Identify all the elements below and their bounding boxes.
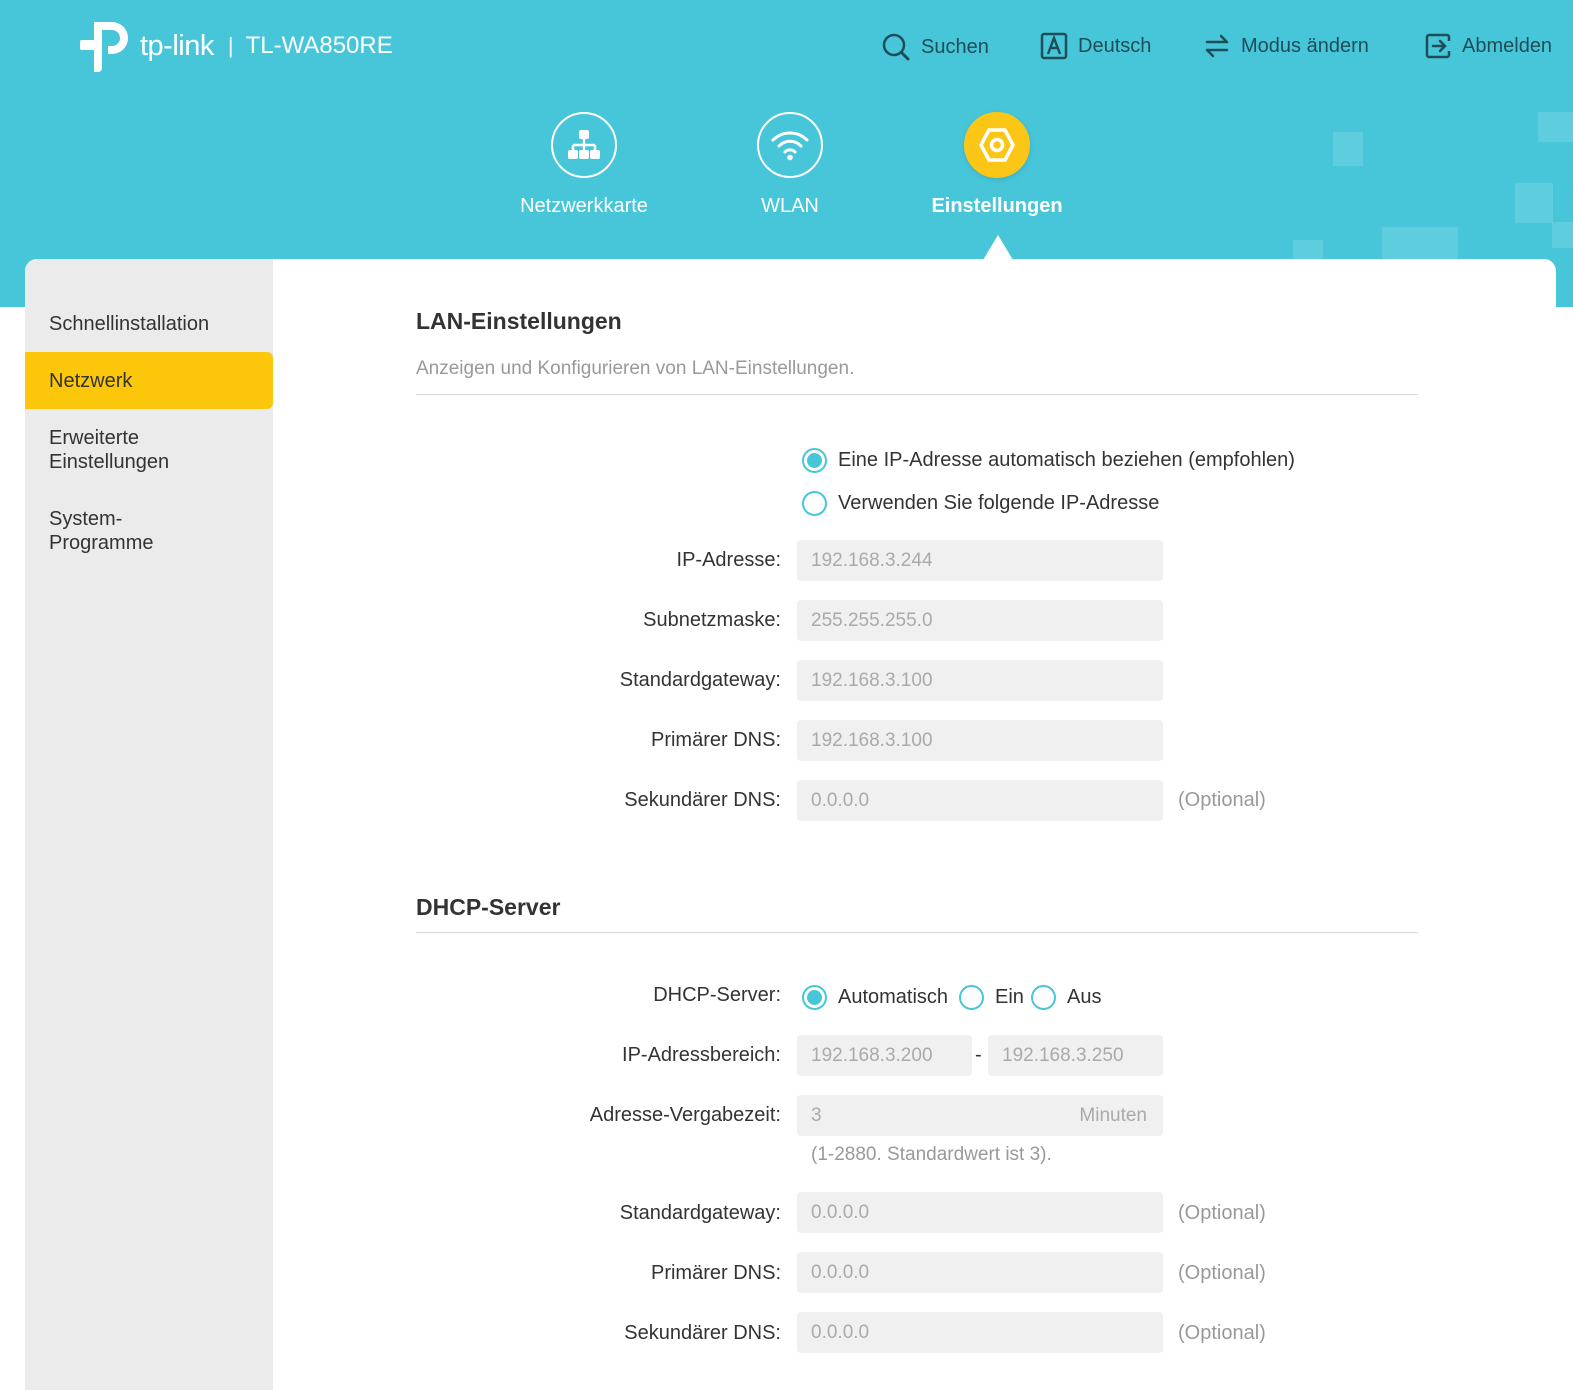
logout-icon [1425, 33, 1451, 59]
optional-note: (Optional) [1178, 1202, 1266, 1224]
lan-section-description: Anzeigen und Konfigurieren von LAN-Einst… [416, 358, 855, 379]
dhcp-mode-on-radio[interactable] [959, 985, 984, 1010]
ip-mode-static-label: Verwenden Sie folgende IP-Adresse [838, 492, 1160, 514]
sidebar-item-label: Einstellungen [49, 451, 170, 473]
sidebar-item-system-tools[interactable]: System- Programme [25, 507, 273, 555]
dhcp-mode-auto-radio[interactable] [802, 985, 827, 1010]
sidebar: Schnellinstallation Netzwerk Erweiterte … [25, 259, 273, 1390]
sidebar-item-network[interactable]: Netzwerk [25, 352, 273, 409]
wifi-icon [757, 112, 823, 178]
ip-address-label: IP-Adresse: [676, 549, 781, 571]
lease-time-unit: Minuten [1079, 1104, 1147, 1126]
dhcp-secondary-dns-label: Sekundärer DNS: [624, 1322, 781, 1344]
lan-section-title: LAN-Einstellungen [416, 308, 622, 334]
ip-range-separator: - [975, 1044, 982, 1066]
decor-shape [1333, 132, 1363, 166]
dhcp-mode-off-radio[interactable] [1031, 985, 1056, 1010]
swap-mode-icon [1205, 34, 1229, 58]
search-icon [882, 33, 910, 61]
tab-network-map[interactable]: Netzwerkkarte [484, 112, 684, 218]
dhcp-mode-auto-option[interactable]: Automatisch [802, 985, 948, 1010]
search-label: Suchen [921, 35, 989, 58]
dhcp-mode-off-option[interactable]: Aus [1031, 985, 1101, 1010]
optional-note: (Optional) [1178, 1322, 1266, 1344]
ip-range-end-input[interactable]: 192.168.3.250 [988, 1035, 1163, 1076]
tab-wlan-label: WLAN [761, 195, 819, 217]
dhcp-primary-dns-input[interactable]: 0.0.0.0 [797, 1252, 1163, 1293]
primary-dns-input[interactable]: 192.168.3.100 [797, 720, 1163, 761]
ip-range-start-input[interactable]: 192.168.3.200 [797, 1035, 972, 1076]
change-mode-button[interactable]: Modus ändern [1203, 32, 1369, 60]
tab-settings[interactable]: Einstellungen [897, 112, 1097, 218]
dhcp-mode-on-option[interactable]: Ein [959, 985, 1024, 1010]
sidebar-item-label: Erweiterte [49, 427, 140, 449]
sidebar-item-quick-setup[interactable]: Schnellinstallation [25, 312, 273, 336]
ip-mode-static-option[interactable]: Verwenden Sie folgende IP-Adresse [802, 491, 1159, 516]
dhcp-section-title: DHCP-Server [416, 894, 561, 920]
decor-shape [1552, 222, 1573, 248]
content-card: Schnellinstallation Netzwerk Erweiterte … [25, 259, 1556, 1390]
logout-button[interactable]: Abmelden [1424, 32, 1552, 60]
lease-time-hint: (1-2880. Standardwert ist 3). [811, 1144, 1052, 1165]
decor-shape [1515, 183, 1553, 223]
default-gateway-input[interactable]: 192.168.3.100 [797, 660, 1163, 701]
dhcp-mode-on-label: Ein [995, 986, 1024, 1008]
change-mode-label: Modus ändern [1241, 34, 1369, 57]
dhcp-mode-auto-label: Automatisch [838, 986, 949, 1008]
lease-time-input[interactable]: 3 Minuten [797, 1095, 1163, 1136]
ip-range-label: IP-Adressbereich: [622, 1044, 781, 1066]
lease-time-label: Adresse-Vergabezeit: [589, 1104, 781, 1126]
decor-shape [1382, 227, 1458, 259]
decor-shape [1538, 112, 1573, 142]
dhcp-secondary-dns-input[interactable]: 0.0.0.0 [797, 1312, 1163, 1353]
network-map-icon [551, 112, 617, 178]
default-gateway-label: Standardgateway: [619, 669, 781, 691]
decor-shape [1293, 240, 1323, 259]
language-button[interactable]: Deutsch [1040, 32, 1151, 60]
subnet-mask-label: Subnetzmaske: [643, 609, 781, 631]
tab-network-map-label: Netzwerkkarte [520, 195, 648, 217]
sidebar-item-label: System- [49, 508, 123, 530]
dhcp-server-label: DHCP-Server: [653, 984, 781, 1006]
secondary-dns-label: Sekundärer DNS: [624, 789, 781, 811]
ip-mode-auto-label: Eine IP-Adresse automatisch beziehen (em… [838, 449, 1295, 471]
secondary-dns-input[interactable]: 0.0.0.0 [797, 780, 1163, 821]
optional-note: (Optional) [1178, 789, 1266, 811]
search-button[interactable]: Suchen [881, 32, 989, 62]
dhcp-primary-dns-label: Primärer DNS: [650, 1262, 781, 1284]
ip-mode-static-radio[interactable] [802, 491, 827, 516]
tab-settings-label: Einstellungen [931, 195, 1063, 217]
subnet-mask-input[interactable]: 255.255.255.0 [797, 600, 1163, 641]
logout-label: Abmelden [1462, 34, 1553, 57]
top-actions: Suchen Deutsch Modus ändern Abmelden [0, 32, 1573, 72]
sidebar-item-label: Programme [49, 532, 154, 554]
optional-note: (Optional) [1178, 1262, 1266, 1284]
lease-time-value: 3 [811, 1104, 822, 1126]
settings-gear-icon [964, 112, 1030, 178]
dhcp-mode-off-label: Aus [1067, 986, 1102, 1008]
dhcp-gateway-label: Standardgateway: [619, 1202, 781, 1224]
divider [416, 394, 1418, 395]
primary-dns-label: Primärer DNS: [650, 729, 781, 751]
divider [416, 932, 1418, 933]
language-label: Deutsch [1078, 34, 1152, 57]
tab-wlan[interactable]: WLAN [690, 112, 890, 218]
active-tab-pointer [983, 235, 1013, 260]
sidebar-item-label: Schnellinstallation [49, 313, 210, 335]
sidebar-item-advanced-settings[interactable]: Erweiterte Einstellungen [25, 426, 273, 474]
language-icon [1040, 32, 1068, 60]
dhcp-gateway-input[interactable]: 0.0.0.0 [797, 1192, 1163, 1233]
ip-mode-auto-option[interactable]: Eine IP-Adresse automatisch beziehen (em… [802, 448, 1295, 473]
ip-mode-auto-radio[interactable] [802, 448, 827, 473]
sidebar-item-label: Netzwerk [49, 369, 133, 392]
ip-address-input[interactable]: 192.168.3.244 [797, 540, 1163, 581]
